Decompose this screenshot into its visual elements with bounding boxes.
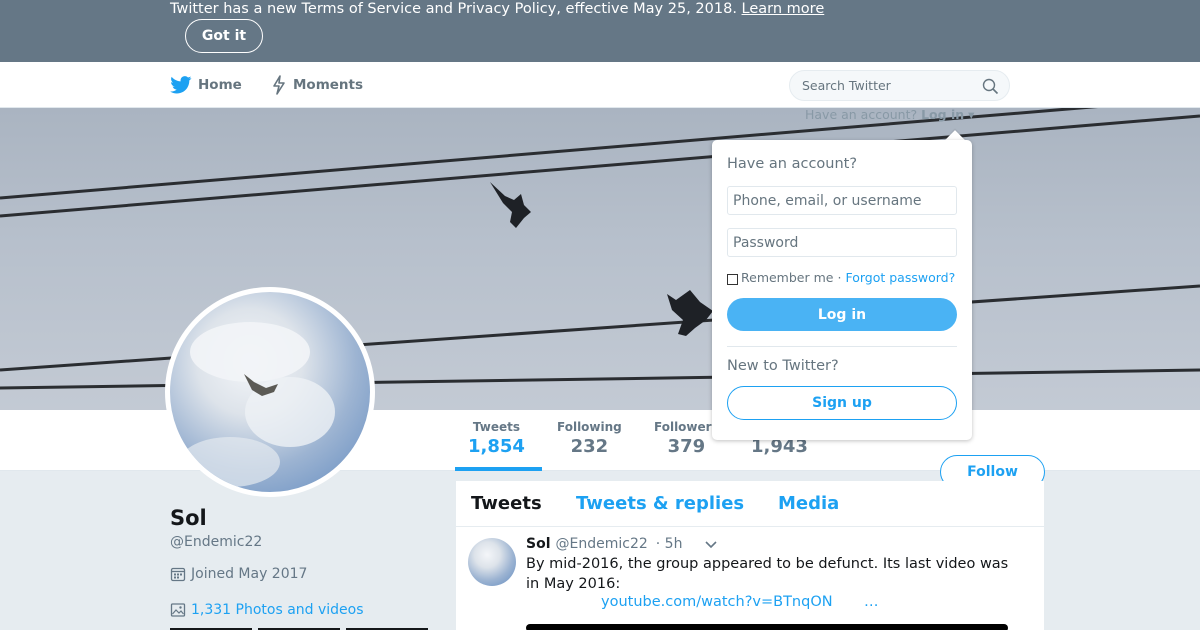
tweet-link-ellipsis[interactable]: …: [864, 594, 879, 610]
profile-joined: Joined May 2017: [170, 566, 307, 582]
tos-notice-banner: Twitter has a new Terms of Service and P…: [0, 0, 1200, 62]
stat-tweets[interactable]: Tweets 1,854: [468, 420, 525, 458]
tweet-avatar[interactable]: [468, 538, 516, 586]
tweet-header: Sol @Endemic22 · 5h: [526, 536, 682, 552]
tweet-timestamp[interactable]: · 5h: [656, 536, 683, 552]
calendar-icon: [170, 567, 186, 582]
search-box: [789, 70, 1010, 101]
tab-media[interactable]: Media: [778, 493, 839, 514]
stat-value: 1,854: [468, 436, 525, 457]
got-it-button[interactable]: Got it: [185, 19, 263, 53]
caret-down-icon: ▾: [968, 107, 975, 122]
avatar-photo-gull-in-sky: [180, 322, 335, 487]
tweet-author-name[interactable]: Sol: [526, 536, 551, 552]
tweet-media-card[interactable]: [526, 624, 1008, 630]
twitter-bird-icon: [170, 76, 192, 94]
stat-value: 379: [667, 436, 706, 457]
profile-name: Sol: [170, 506, 207, 530]
login-dropdown-toggle[interactable]: Have an account? Log in ▾: [805, 107, 974, 122]
login-dropdown: Have an account? Remember me · Forgot pa…: [712, 140, 972, 440]
search-icon[interactable]: [982, 78, 999, 95]
sign-up-button[interactable]: Sign up: [727, 386, 957, 420]
nav-home[interactable]: Home: [170, 62, 242, 108]
remember-me-label[interactable]: Remember me: [741, 270, 833, 285]
password-field[interactable]: [727, 228, 957, 257]
tab-tweets[interactable]: Tweets: [471, 493, 542, 514]
username-field[interactable]: [727, 186, 957, 215]
timeline-tabs: Tweets Tweets & replies Media: [456, 481, 1044, 527]
learn-more-link[interactable]: Learn more: [742, 1, 825, 17]
nav-moments[interactable]: Moments: [271, 62, 363, 108]
tweet-text: By mid-2016, the group appeared to be de…: [526, 556, 1009, 592]
photos-and-videos-link[interactable]: 1,331 Photos and videos: [170, 602, 364, 618]
stat-label: Followers: [654, 420, 719, 434]
tab-tweets-and-replies[interactable]: Tweets & replies: [576, 493, 744, 514]
login-prompt: Have an account?: [805, 107, 918, 122]
tweet-author-handle[interactable]: @Endemic22: [556, 536, 648, 552]
profile-handle[interactable]: @Endemic22: [170, 534, 262, 550]
remember-row: Remember me · Forgot password?: [727, 270, 955, 285]
image-icon: [170, 603, 186, 617]
lightning-icon: [273, 75, 285, 95]
nav-home-label: Home: [198, 77, 242, 93]
stat-label: Tweets: [472, 420, 521, 434]
stat-following[interactable]: Following 232: [557, 420, 622, 458]
top-nav: Home Moments: [0, 62, 1200, 108]
tos-notice-text: Twitter has a new Terms of Service and P…: [170, 1, 825, 17]
photos-label: 1,331 Photos and videos: [191, 602, 364, 618]
log-in-button[interactable]: Log in: [727, 298, 957, 331]
login-toggle-label: Log in: [921, 107, 965, 122]
nav-moments-label: Moments: [293, 77, 364, 93]
joined-text: Joined May 2017: [191, 566, 308, 582]
tweet-link[interactable]: youtube.com/watch?v=BTnqON: [601, 594, 833, 610]
remember-me-checkbox[interactable]: [727, 273, 738, 285]
chevron-down-icon[interactable]: [704, 540, 718, 550]
login-panel-title: Have an account?: [727, 156, 858, 172]
stat-label: Following: [557, 420, 622, 434]
stat-followers[interactable]: Followers 379: [654, 420, 719, 458]
divider: [727, 346, 957, 347]
profile-avatar[interactable]: [165, 287, 375, 497]
search-input[interactable]: [802, 71, 972, 100]
forgot-password-link[interactable]: Forgot password?: [845, 270, 955, 285]
new-to-twitter-text: New to Twitter?: [727, 358, 839, 374]
separator-dot: ·: [837, 270, 842, 285]
active-stat-underline: [455, 467, 542, 471]
timeline: Tweets Tweets & replies Media Sol @Endem…: [456, 481, 1044, 630]
stat-value: 232: [570, 436, 609, 457]
